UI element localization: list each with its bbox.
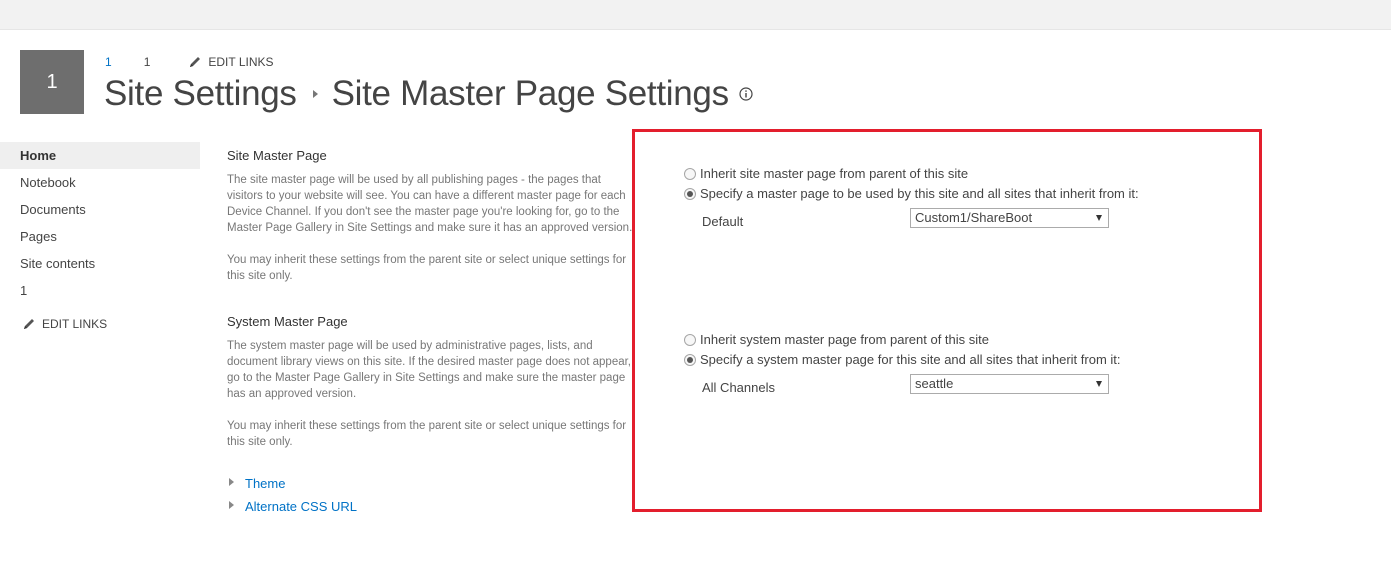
system-master-page-heading: System Master Page bbox=[227, 314, 348, 329]
site-master-desc-line: Device Channel. If you don't see the mas… bbox=[227, 206, 620, 218]
default-field-label: Default bbox=[702, 214, 744, 229]
system-master-desc-line: has an approved version. bbox=[227, 388, 357, 400]
site-master-desc-line: You may inherit these settings from the … bbox=[227, 254, 627, 266]
site-master-page-select[interactable]: Custom1/ShareBoot bbox=[910, 208, 1109, 228]
page-title: Site Settings Site Master Page Settings bbox=[104, 74, 753, 114]
site-master-page-select-value: Custom1/ShareBoot bbox=[915, 210, 1033, 225]
specify-system-master-label: Specify a system master page for this si… bbox=[700, 352, 1121, 367]
system-master-page-description: The system master page will be used by a… bbox=[227, 338, 635, 466]
site-master-desc-line: Master Page Gallery in Site Settings and… bbox=[227, 222, 633, 234]
site-logo-text: 1 bbox=[46, 70, 58, 93]
system-master-desc-line: The system master page will be used by a… bbox=[227, 340, 593, 352]
breadcrumb-site-settings[interactable]: Site Settings bbox=[104, 74, 297, 114]
inherit-system-master-label: Inherit system master page from parent o… bbox=[700, 332, 990, 347]
site-master-page-heading: Site Master Page bbox=[227, 148, 327, 163]
system-master-desc-line: go to the Master Page Gallery in Site Se… bbox=[227, 372, 626, 384]
left-nav-item-pages[interactable]: Pages bbox=[0, 223, 200, 250]
inherit-site-master-radio[interactable] bbox=[684, 167, 696, 180]
inherit-site-master-radio-row[interactable]: Inherit site master page from parent of … bbox=[684, 166, 968, 181]
suite-bar bbox=[0, 0, 1391, 30]
left-edit-links-button[interactable]: EDIT LINKS bbox=[0, 317, 200, 331]
system-master-page-select[interactable]: seattle bbox=[910, 374, 1109, 394]
left-nav-item-notebook[interactable]: Notebook bbox=[0, 169, 200, 196]
specify-system-master-radio-row[interactable]: Specify a system master page for this si… bbox=[684, 352, 1121, 367]
top-nav: 1 1 EDIT LINKS bbox=[105, 54, 274, 70]
specify-site-master-label: Specify a master page to be used by this… bbox=[700, 186, 1139, 201]
left-edit-links-label: EDIT LINKS bbox=[42, 317, 108, 331]
breadcrumb-separator-icon bbox=[312, 90, 318, 98]
top-edit-links-label: EDIT LINKS bbox=[208, 55, 274, 69]
chevron-down-icon bbox=[1096, 215, 1102, 221]
inherit-system-master-radio[interactable] bbox=[684, 333, 696, 346]
site-master-page-description: The site master page will be used by all… bbox=[227, 172, 635, 300]
alternate-css-url-expander[interactable]: Alternate CSS URL bbox=[229, 499, 357, 514]
specify-site-master-radio[interactable] bbox=[684, 187, 696, 200]
site-master-desc-line: The site master page will be used by all… bbox=[227, 174, 601, 186]
system-master-desc-line: document library views on this site. If … bbox=[227, 356, 631, 368]
info-icon[interactable] bbox=[739, 87, 753, 101]
left-nav-item-site-contents[interactable]: Site contents bbox=[0, 250, 200, 277]
specify-site-master-radio-row[interactable]: Specify a master page to be used by this… bbox=[684, 186, 1139, 201]
site-master-desc-line: visitors to your website will see. You c… bbox=[227, 190, 626, 202]
inherit-site-master-label: Inherit site master page from parent of … bbox=[700, 166, 969, 181]
pencil-icon bbox=[24, 319, 34, 329]
top-edit-links-button[interactable]: EDIT LINKS bbox=[188, 55, 274, 69]
pencil-icon bbox=[190, 57, 201, 67]
breadcrumb-current-page: Site Master Page Settings bbox=[331, 74, 729, 113]
theme-link[interactable]: Theme bbox=[245, 476, 285, 491]
left-nav-item-home[interactable]: Home bbox=[0, 142, 200, 169]
system-master-page-select-value: seattle bbox=[915, 376, 954, 391]
system-master-desc-line: You may inherit these settings from the … bbox=[227, 420, 627, 432]
triangle-right-icon bbox=[229, 477, 234, 486]
site-master-desc-line: this site only. bbox=[227, 270, 293, 282]
specify-system-master-radio[interactable] bbox=[684, 353, 696, 366]
system-master-desc-line: this site only. bbox=[227, 436, 293, 448]
left-nav-item-1[interactable]: 1 bbox=[0, 277, 200, 304]
site-logo[interactable]: 1 bbox=[20, 50, 84, 114]
left-nav: Home Notebook Documents Pages Site conte… bbox=[0, 142, 200, 331]
triangle-right-icon bbox=[229, 500, 234, 509]
top-nav-item-2[interactable]: 1 bbox=[144, 55, 151, 69]
chevron-down-icon bbox=[1096, 381, 1102, 387]
inherit-system-master-radio-row[interactable]: Inherit system master page from parent o… bbox=[684, 332, 989, 347]
theme-expander[interactable]: Theme bbox=[229, 476, 285, 491]
all-channels-field-label: All Channels bbox=[702, 380, 775, 395]
top-nav-item-1[interactable]: 1 bbox=[105, 55, 112, 69]
left-nav-item-documents[interactable]: Documents bbox=[0, 196, 200, 223]
alternate-css-url-link[interactable]: Alternate CSS URL bbox=[245, 499, 357, 514]
